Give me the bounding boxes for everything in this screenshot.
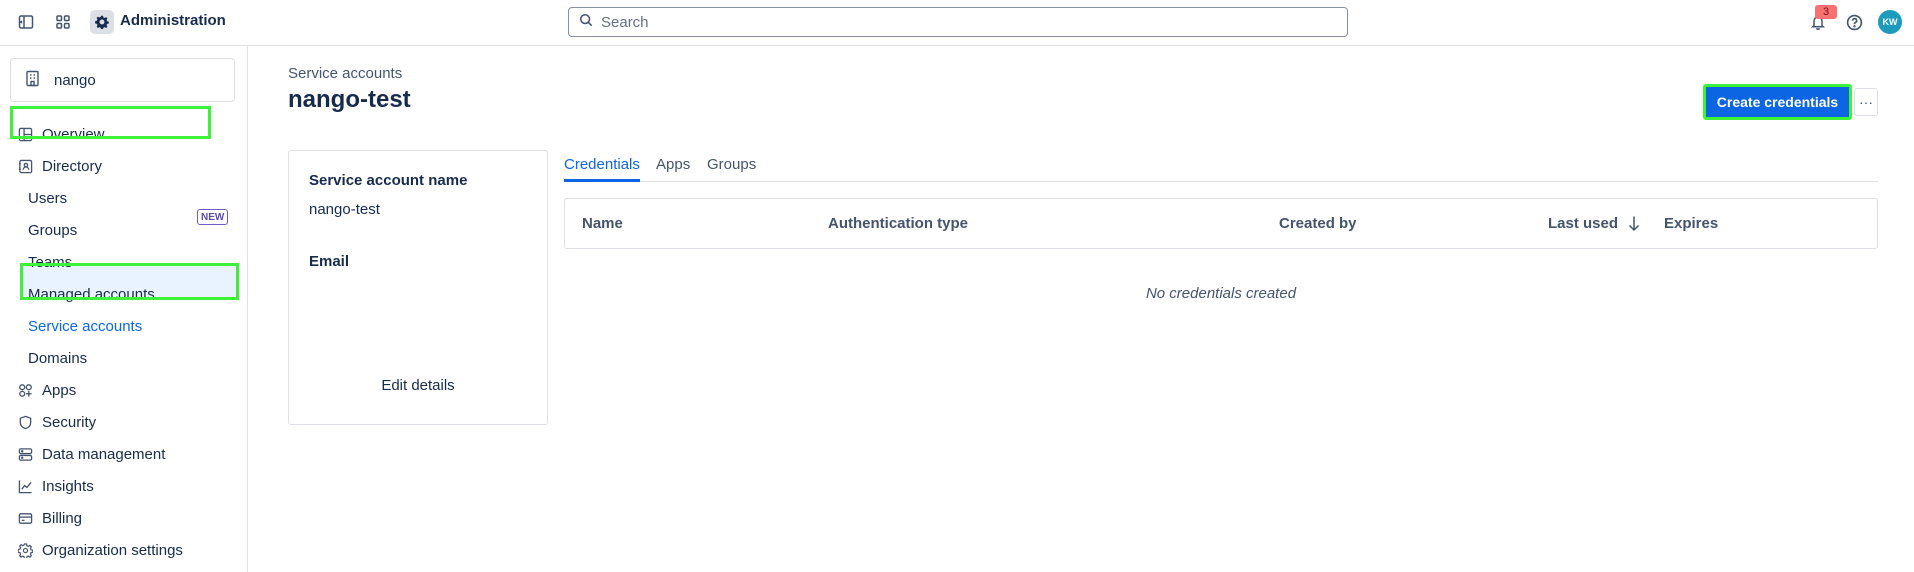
app-title[interactable]: Administration [120, 12, 226, 29]
user-avatar[interactable]: KW [1878, 10, 1902, 34]
page-title: nango-test [288, 86, 411, 113]
active-tab-indicator [564, 179, 640, 182]
column-header-created-by[interactable]: Created by [1279, 215, 1357, 232]
settings-gear-icon [16, 541, 34, 559]
empty-state-message: No credentials created [1145, 285, 1297, 302]
sidebar-item-directory[interactable]: Directory [16, 152, 102, 180]
sidebar-item-apps[interactable]: Apps [16, 376, 76, 404]
shield-icon [16, 413, 34, 431]
sidebar-item-label: Security [42, 413, 97, 431]
sidebar-item-billing[interactable]: Billing [16, 504, 82, 532]
sidebar-item-groups[interactable]: Groups [28, 216, 77, 244]
column-header-last-used[interactable]: Last used [1548, 215, 1618, 232]
database-icon [16, 445, 34, 463]
apps-icon [16, 381, 34, 399]
top-navigation-bar: Administration 3 KW [0, 0, 1914, 46]
directory-icon [16, 157, 34, 175]
credit-card-icon [16, 509, 34, 527]
administration-gear-icon[interactable] [90, 10, 114, 34]
sidebar-item-label: Insights [42, 477, 94, 495]
chart-line-icon [16, 477, 34, 495]
sort-arrow-down-icon[interactable] [1627, 215, 1641, 236]
help-icon[interactable] [1843, 11, 1865, 33]
sidebar-item-domains[interactable]: Domains [28, 344, 87, 372]
sidebar-item-organization-settings[interactable]: Organization settings [16, 536, 183, 564]
sidebar-item-data-management[interactable]: Data management [16, 440, 165, 468]
organization-selector[interactable]: nango [10, 58, 235, 102]
column-header-authentication-type[interactable]: Authentication type [828, 215, 968, 232]
sidebar-item-service-accounts[interactable]: Service accounts [28, 312, 142, 340]
search-icon [579, 13, 593, 31]
service-accounts-highlight-box [20, 263, 239, 300]
search-input[interactable] [601, 13, 1301, 31]
sidebar-toggle-icon[interactable] [15, 11, 37, 33]
more-actions-button[interactable]: ··· [1854, 88, 1878, 116]
sidebar-item-label: Organization settings [42, 541, 183, 559]
sidebar-item-insights[interactable]: Insights [16, 472, 94, 500]
organization-name: nango [54, 71, 96, 89]
tab-credentials[interactable]: Credentials [564, 156, 640, 173]
column-header-name[interactable]: Name [582, 215, 623, 232]
search-bar[interactable] [568, 7, 1348, 37]
edit-details-button[interactable]: Edit details [289, 377, 547, 394]
breadcrumb[interactable]: Service accounts [288, 65, 402, 82]
tab-groups[interactable]: Groups [707, 156, 756, 173]
create-credentials-button[interactable]: Create credentials [1703, 84, 1852, 120]
sidebar-item-label: Data management [42, 445, 166, 463]
tab-apps[interactable]: Apps [656, 156, 690, 173]
sidebar-item-label: Directory [42, 157, 103, 175]
sidebar-item-label: Billing [42, 509, 83, 527]
app-switcher-icon[interactable] [52, 11, 74, 33]
service-account-name-value: nango-test [309, 201, 380, 218]
credentials-table-header: Name Authentication type Created by Last… [564, 198, 1878, 249]
notification-count-badge: 3 [1815, 5, 1837, 19]
sidebar-item-label: Apps [42, 381, 77, 399]
building-icon [25, 70, 40, 91]
more-icon: ··· [1859, 94, 1873, 110]
sidebar-item-users[interactable]: Users [28, 184, 67, 212]
new-badge: NEW [197, 209, 229, 225]
service-account-name-label: Service account name [309, 172, 468, 189]
sidebar-item-security[interactable]: Security [16, 408, 96, 436]
email-label: Email [309, 253, 350, 270]
column-header-expires[interactable]: Expires [1664, 215, 1718, 232]
directory-highlight-box [10, 106, 211, 139]
service-account-details-card: Service account name nango-test Email Ed… [288, 150, 548, 425]
tab-bar: Credentials Apps Groups [564, 150, 1878, 182]
